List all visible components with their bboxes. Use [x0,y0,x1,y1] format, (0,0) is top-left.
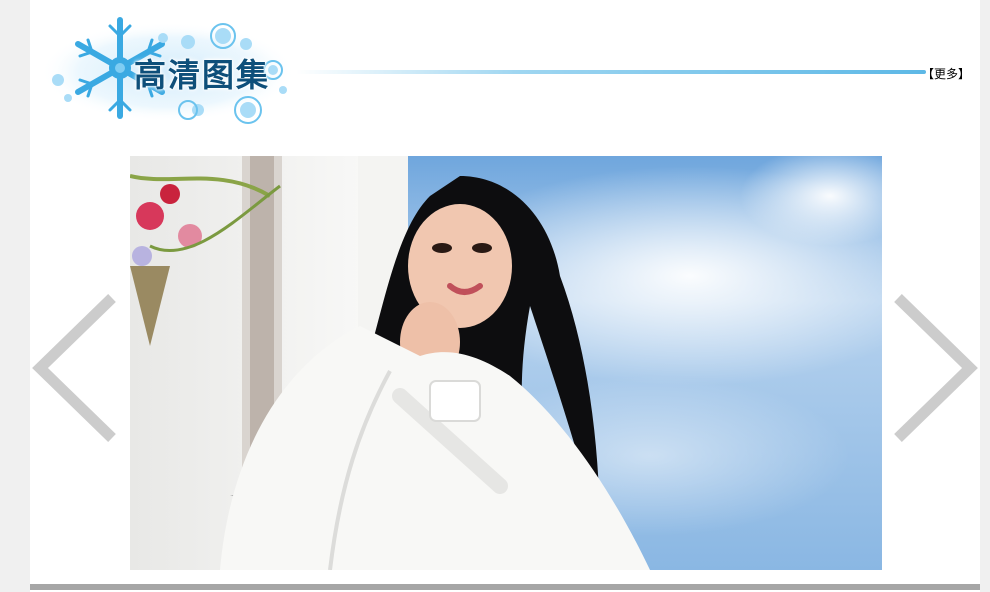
next-arrow-button[interactable] [888,290,978,450]
photo-image [130,156,882,570]
footer-divider [30,584,980,590]
section-title: 高清图集 [134,56,271,94]
prev-arrow-button[interactable] [30,290,120,450]
chevron-right-icon [894,294,978,442]
title-divider-line [296,70,926,74]
section-header-logo: 高清图集 [38,10,296,130]
more-link[interactable]: 【更多】 [922,65,970,82]
gallery-photo[interactable] [130,156,882,570]
chevron-left-icon [32,294,116,442]
